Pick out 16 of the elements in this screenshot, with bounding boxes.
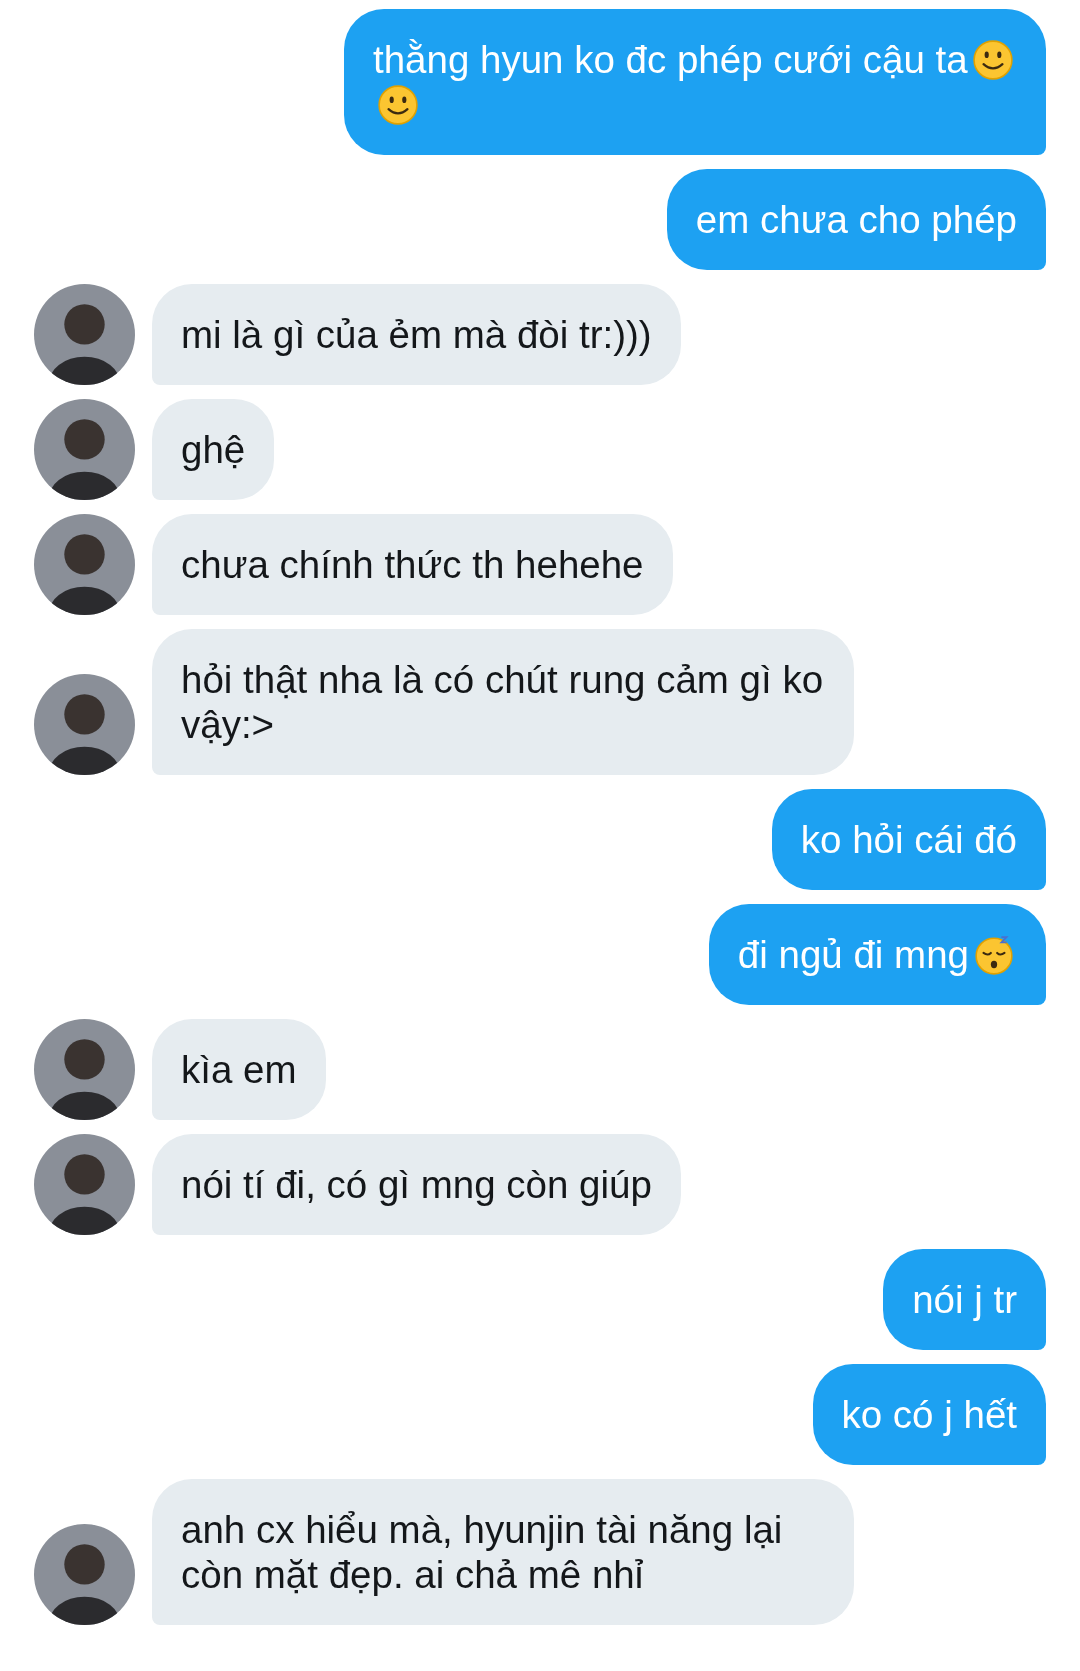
message-text: nói tí đi, có gì mng còn giúp — [181, 1163, 652, 1206]
message-text: kìa em — [181, 1048, 297, 1091]
sleeping-face-icon — [973, 934, 1015, 976]
message-text: em chưa cho phép — [695, 198, 1017, 241]
message-text: đi ngủ đi mng — [737, 933, 969, 976]
message-text: hỏi thật nha là có chút rung cảm gì ko vậy:> — [181, 658, 824, 746]
message-text: ko có j hết — [841, 1393, 1017, 1436]
message-text: chưa chính thức th hehehe — [181, 543, 644, 586]
message-text: mi là gì của ẻm mà đòi tr:))) — [181, 313, 652, 356]
message-text: nói j tr — [912, 1278, 1017, 1321]
message-text: ko hỏi cái đó — [800, 818, 1017, 861]
message-text: anh cx hiểu mà, hyunjin tài năng lại còn mặt đẹp. ai chả mê nhỉ — [181, 1508, 783, 1596]
message-text: ghệ — [181, 428, 246, 471]
smiley-icon — [971, 39, 1014, 81]
message-text: thằng hyun ko đc phép cưới cậu ta — [373, 38, 968, 81]
smiley-icon — [377, 84, 419, 126]
